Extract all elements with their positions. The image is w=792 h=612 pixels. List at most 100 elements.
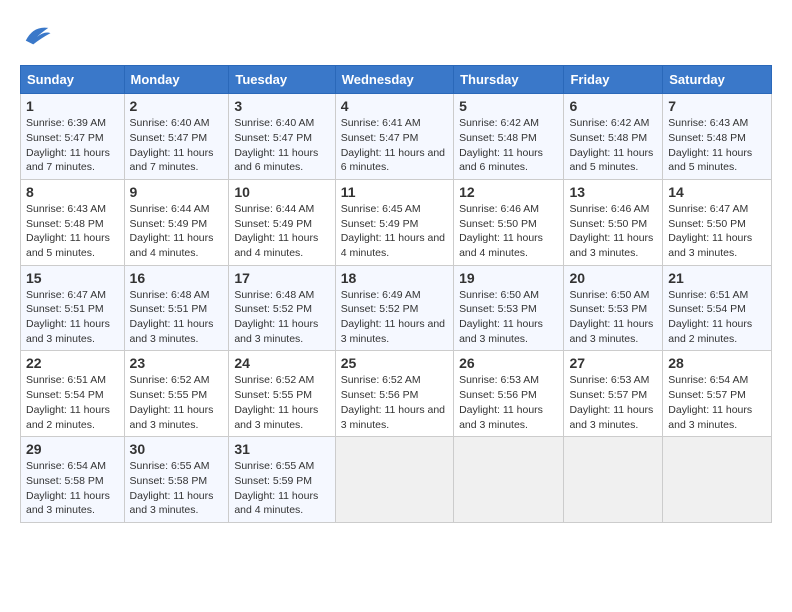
day-number: 21 <box>668 270 766 286</box>
weekday-header-wednesday: Wednesday <box>335 66 453 94</box>
day-number: 16 <box>130 270 224 286</box>
day-info: Sunrise: 6:50 AM Sunset: 5:53 PM Dayligh… <box>459 288 558 347</box>
day-info: Sunrise: 6:46 AM Sunset: 5:50 PM Dayligh… <box>459 202 558 261</box>
day-number: 27 <box>569 355 657 371</box>
day-info: Sunrise: 6:52 AM Sunset: 5:55 PM Dayligh… <box>130 373 224 432</box>
calendar-cell: 13 Sunrise: 6:46 AM Sunset: 5:50 PM Dayl… <box>564 179 663 265</box>
day-number: 10 <box>234 184 329 200</box>
day-number: 29 <box>26 441 119 457</box>
day-info: Sunrise: 6:42 AM Sunset: 5:48 PM Dayligh… <box>569 116 657 175</box>
day-number: 17 <box>234 270 329 286</box>
day-number: 12 <box>459 184 558 200</box>
calendar-cell: 3 Sunrise: 6:40 AM Sunset: 5:47 PM Dayli… <box>229 94 335 180</box>
calendar-cell: 25 Sunrise: 6:52 AM Sunset: 5:56 PM Dayl… <box>335 351 453 437</box>
weekday-header-tuesday: Tuesday <box>229 66 335 94</box>
day-info: Sunrise: 6:41 AM Sunset: 5:47 PM Dayligh… <box>341 116 448 175</box>
day-info: Sunrise: 6:54 AM Sunset: 5:57 PM Dayligh… <box>668 373 766 432</box>
calendar-cell: 2 Sunrise: 6:40 AM Sunset: 5:47 PM Dayli… <box>124 94 229 180</box>
day-info: Sunrise: 6:54 AM Sunset: 5:58 PM Dayligh… <box>26 459 119 518</box>
day-number: 26 <box>459 355 558 371</box>
day-info: Sunrise: 6:53 AM Sunset: 5:57 PM Dayligh… <box>569 373 657 432</box>
day-info: Sunrise: 6:50 AM Sunset: 5:53 PM Dayligh… <box>569 288 657 347</box>
calendar-cell: 22 Sunrise: 6:51 AM Sunset: 5:54 PM Dayl… <box>21 351 125 437</box>
day-info: Sunrise: 6:51 AM Sunset: 5:54 PM Dayligh… <box>668 288 766 347</box>
day-info: Sunrise: 6:52 AM Sunset: 5:56 PM Dayligh… <box>341 373 448 432</box>
day-info: Sunrise: 6:45 AM Sunset: 5:49 PM Dayligh… <box>341 202 448 261</box>
day-number: 20 <box>569 270 657 286</box>
day-info: Sunrise: 6:47 AM Sunset: 5:50 PM Dayligh… <box>668 202 766 261</box>
calendar-cell: 26 Sunrise: 6:53 AM Sunset: 5:56 PM Dayl… <box>454 351 564 437</box>
weekday-header-row: SundayMondayTuesdayWednesdayThursdayFrid… <box>21 66 772 94</box>
day-info: Sunrise: 6:49 AM Sunset: 5:52 PM Dayligh… <box>341 288 448 347</box>
day-info: Sunrise: 6:51 AM Sunset: 5:54 PM Dayligh… <box>26 373 119 432</box>
day-number: 8 <box>26 184 119 200</box>
day-number: 15 <box>26 270 119 286</box>
day-number: 30 <box>130 441 224 457</box>
calendar-cell: 16 Sunrise: 6:48 AM Sunset: 5:51 PM Dayl… <box>124 265 229 351</box>
calendar-cell: 18 Sunrise: 6:49 AM Sunset: 5:52 PM Dayl… <box>335 265 453 351</box>
day-info: Sunrise: 6:47 AM Sunset: 5:51 PM Dayligh… <box>26 288 119 347</box>
calendar-cell: 31 Sunrise: 6:55 AM Sunset: 5:59 PM Dayl… <box>229 437 335 523</box>
logo-bird-icon <box>22 20 52 50</box>
calendar-cell: 21 Sunrise: 6:51 AM Sunset: 5:54 PM Dayl… <box>663 265 772 351</box>
calendar-cell: 5 Sunrise: 6:42 AM Sunset: 5:48 PM Dayli… <box>454 94 564 180</box>
calendar-cell: 12 Sunrise: 6:46 AM Sunset: 5:50 PM Dayl… <box>454 179 564 265</box>
page-header <box>20 20 772 55</box>
day-number: 4 <box>341 98 448 114</box>
logo <box>20 20 52 55</box>
day-number: 3 <box>234 98 329 114</box>
calendar-cell <box>454 437 564 523</box>
calendar-cell: 6 Sunrise: 6:42 AM Sunset: 5:48 PM Dayli… <box>564 94 663 180</box>
logo-text <box>20 20 52 55</box>
day-info: Sunrise: 6:48 AM Sunset: 5:52 PM Dayligh… <box>234 288 329 347</box>
day-info: Sunrise: 6:43 AM Sunset: 5:48 PM Dayligh… <box>26 202 119 261</box>
calendar-cell: 4 Sunrise: 6:41 AM Sunset: 5:47 PM Dayli… <box>335 94 453 180</box>
calendar-cell: 23 Sunrise: 6:52 AM Sunset: 5:55 PM Dayl… <box>124 351 229 437</box>
day-number: 18 <box>341 270 448 286</box>
calendar-week-row: 15 Sunrise: 6:47 AM Sunset: 5:51 PM Dayl… <box>21 265 772 351</box>
day-info: Sunrise: 6:40 AM Sunset: 5:47 PM Dayligh… <box>234 116 329 175</box>
day-number: 5 <box>459 98 558 114</box>
weekday-header-sunday: Sunday <box>21 66 125 94</box>
day-info: Sunrise: 6:53 AM Sunset: 5:56 PM Dayligh… <box>459 373 558 432</box>
calendar-table: SundayMondayTuesdayWednesdayThursdayFrid… <box>20 65 772 523</box>
day-number: 24 <box>234 355 329 371</box>
calendar-cell: 8 Sunrise: 6:43 AM Sunset: 5:48 PM Dayli… <box>21 179 125 265</box>
day-number: 13 <box>569 184 657 200</box>
weekday-header-thursday: Thursday <box>454 66 564 94</box>
day-info: Sunrise: 6:46 AM Sunset: 5:50 PM Dayligh… <box>569 202 657 261</box>
day-number: 7 <box>668 98 766 114</box>
calendar-cell: 19 Sunrise: 6:50 AM Sunset: 5:53 PM Dayl… <box>454 265 564 351</box>
calendar-cell: 14 Sunrise: 6:47 AM Sunset: 5:50 PM Dayl… <box>663 179 772 265</box>
calendar-cell: 15 Sunrise: 6:47 AM Sunset: 5:51 PM Dayl… <box>21 265 125 351</box>
calendar-cell: 9 Sunrise: 6:44 AM Sunset: 5:49 PM Dayli… <box>124 179 229 265</box>
day-number: 19 <box>459 270 558 286</box>
weekday-header-friday: Friday <box>564 66 663 94</box>
calendar-week-row: 29 Sunrise: 6:54 AM Sunset: 5:58 PM Dayl… <box>21 437 772 523</box>
calendar-cell <box>564 437 663 523</box>
weekday-header-saturday: Saturday <box>663 66 772 94</box>
day-number: 25 <box>341 355 448 371</box>
day-number: 1 <box>26 98 119 114</box>
calendar-cell: 28 Sunrise: 6:54 AM Sunset: 5:57 PM Dayl… <box>663 351 772 437</box>
day-info: Sunrise: 6:43 AM Sunset: 5:48 PM Dayligh… <box>668 116 766 175</box>
calendar-cell: 1 Sunrise: 6:39 AM Sunset: 5:47 PM Dayli… <box>21 94 125 180</box>
calendar-cell: 20 Sunrise: 6:50 AM Sunset: 5:53 PM Dayl… <box>564 265 663 351</box>
day-number: 23 <box>130 355 224 371</box>
calendar-week-row: 1 Sunrise: 6:39 AM Sunset: 5:47 PM Dayli… <box>21 94 772 180</box>
day-info: Sunrise: 6:52 AM Sunset: 5:55 PM Dayligh… <box>234 373 329 432</box>
calendar-cell: 27 Sunrise: 6:53 AM Sunset: 5:57 PM Dayl… <box>564 351 663 437</box>
day-number: 22 <box>26 355 119 371</box>
day-number: 28 <box>668 355 766 371</box>
calendar-cell: 7 Sunrise: 6:43 AM Sunset: 5:48 PM Dayli… <box>663 94 772 180</box>
day-info: Sunrise: 6:55 AM Sunset: 5:58 PM Dayligh… <box>130 459 224 518</box>
day-info: Sunrise: 6:42 AM Sunset: 5:48 PM Dayligh… <box>459 116 558 175</box>
calendar-cell: 24 Sunrise: 6:52 AM Sunset: 5:55 PM Dayl… <box>229 351 335 437</box>
day-info: Sunrise: 6:40 AM Sunset: 5:47 PM Dayligh… <box>130 116 224 175</box>
calendar-cell: 30 Sunrise: 6:55 AM Sunset: 5:58 PM Dayl… <box>124 437 229 523</box>
day-info: Sunrise: 6:55 AM Sunset: 5:59 PM Dayligh… <box>234 459 329 518</box>
day-info: Sunrise: 6:39 AM Sunset: 5:47 PM Dayligh… <box>26 116 119 175</box>
calendar-cell: 10 Sunrise: 6:44 AM Sunset: 5:49 PM Dayl… <box>229 179 335 265</box>
calendar-cell: 17 Sunrise: 6:48 AM Sunset: 5:52 PM Dayl… <box>229 265 335 351</box>
day-info: Sunrise: 6:44 AM Sunset: 5:49 PM Dayligh… <box>130 202 224 261</box>
